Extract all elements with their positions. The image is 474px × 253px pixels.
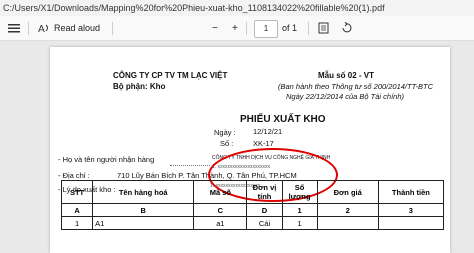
window-title: C:/Users/X1/Downloads/Mapping%20for%20Ph… — [0, 0, 474, 16]
item-price-field[interactable] — [316, 216, 379, 230]
svg-text:A: A — [38, 24, 45, 34]
page-count: of 1 — [282, 23, 298, 33]
form-code: Mẫu số 02 - VT — [318, 71, 375, 80]
page-number-input[interactable]: 1 — [254, 20, 278, 38]
table-row: 1 A1 a1 Cái 1 — [60, 216, 445, 230]
table-cell: 1 — [60, 216, 94, 230]
table-header: Đơn giá — [316, 180, 379, 204]
zoom-out-button[interactable]: − — [212, 16, 218, 40]
receiver-label: - Họ và tên người nhận hàng — [58, 155, 155, 164]
zoom-in-button[interactable]: + — [232, 16, 238, 40]
table-cell: C — [193, 203, 248, 217]
table-header-row: STT Tên hàng hoá Mã số Đơn vị tính Số lư… — [60, 180, 445, 204]
toolbar-divider — [28, 22, 29, 35]
table-cell: D — [246, 203, 283, 217]
table-header: Đơn vị tính — [246, 180, 283, 204]
table-cell: 2 — [316, 203, 379, 217]
date-field[interactable]: 12/12/21 — [253, 127, 282, 136]
address-label: - Địa chỉ : — [58, 171, 90, 180]
table-header: Mã số — [193, 180, 248, 204]
toolbar-divider — [246, 22, 247, 35]
date-label: Ngày : — [214, 128, 236, 137]
document-title: PHIẾU XUẤT KHO — [240, 114, 326, 125]
table-header: Số lượng — [281, 180, 318, 204]
fit-page-icon[interactable] — [318, 16, 329, 40]
read-aloud-icon: A — [38, 24, 48, 34]
items-table: STT Tên hàng hoá Mã số Đơn vị tính Số lư… — [60, 180, 445, 230]
toolbar-divider — [112, 22, 113, 35]
item-qty-field[interactable]: 1 — [281, 216, 318, 230]
table-cell: 3 — [377, 203, 445, 217]
table-index-row: A B C D 1 2 3 — [60, 203, 445, 217]
read-aloud-button[interactable]: A Read aloud — [38, 16, 100, 40]
item-unit-field[interactable]: Cái — [246, 216, 283, 230]
table-cell: A — [60, 203, 94, 217]
regulation-line-2: Ngày 22/12/2014 của Bộ Tài chính) — [286, 92, 404, 101]
table-header: Tên hàng hoá — [92, 180, 195, 204]
item-amount-field[interactable] — [377, 216, 445, 230]
table-header: Thành tiền — [377, 180, 445, 204]
number-label: Số : — [220, 139, 234, 148]
dotted-line — [170, 165, 210, 166]
toolbar-divider — [308, 22, 309, 35]
department-label: Bộ phận: Kho — [113, 82, 166, 91]
read-aloud-label: Read aloud — [54, 23, 101, 33]
item-name-field[interactable]: A1 — [92, 216, 195, 230]
table-cell: B — [92, 203, 195, 217]
company-name: CÔNG TY CP TV TM LẠC VIỆT — [113, 71, 228, 80]
menu-icon[interactable] — [8, 16, 20, 40]
item-code-field[interactable]: a1 — [193, 216, 248, 230]
pdf-toolbar: A Read aloud − + 1 of 1 — [0, 16, 474, 41]
number-field[interactable]: XK-17 — [253, 139, 274, 148]
table-cell: 1 — [281, 203, 318, 217]
regulation-line-1: (Ban hành theo Thông tư số 200/2014/TT-B… — [278, 82, 433, 91]
table-header: STT — [60, 180, 94, 204]
rotate-icon[interactable] — [340, 16, 352, 40]
